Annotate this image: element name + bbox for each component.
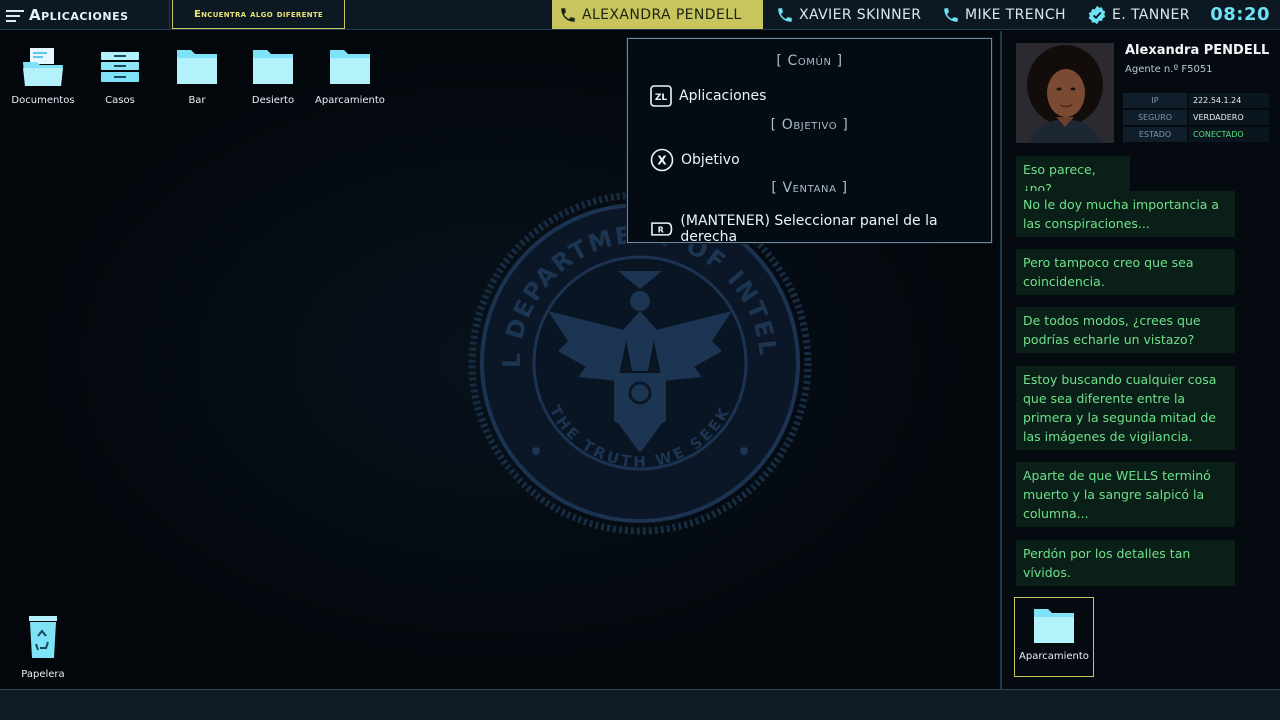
- chat-attachment-aparcamiento[interactable]: Aparcamiento: [1014, 597, 1094, 677]
- phone-icon: [778, 7, 792, 22]
- section-heading-common: [ Común ]: [776, 53, 843, 69]
- attachment-label: Aparcamiento: [1019, 651, 1089, 662]
- bottom-bar: [0, 689, 1280, 720]
- top-bar: Aplicaciones Encuentra algo diferente AL…: [0, 0, 1280, 30]
- chat-panel[interactable]: Alexandra PENDELL Agente n.º F5051 IP 22…: [1000, 31, 1280, 689]
- r-button-icon: R: [651, 222, 673, 236]
- info-value: CONECTADO: [1189, 127, 1269, 142]
- contact-name: ALEXANDRA PENDELL: [582, 6, 742, 23]
- desktop-icon-label: Documentos: [11, 95, 75, 106]
- desktop-icon-casos[interactable]: Casos: [80, 46, 160, 106]
- control-row-objective: X Objetivo: [650, 148, 740, 172]
- badge-icon: [1088, 5, 1106, 24]
- chat-message: De todos modos, ¿crees que podrías echar…: [1016, 307, 1235, 353]
- contact-name: XAVIER SKINNER: [799, 6, 922, 23]
- desktop-icon-label: Casos: [105, 95, 135, 106]
- x-button-icon: X: [650, 148, 674, 172]
- menu-icon: [6, 8, 24, 22]
- svg-text:ZL: ZL: [655, 93, 668, 103]
- zl-button-icon: ZL: [650, 85, 672, 107]
- chat-message: Estoy buscando cualquier cosa que sea di…: [1016, 366, 1235, 450]
- current-task[interactable]: Encuentra algo diferente: [172, 0, 345, 29]
- control-label: Aplicaciones: [679, 88, 767, 104]
- phone-icon: [561, 7, 575, 22]
- contact-alexandra-pendell[interactable]: ALEXANDRA PENDELL: [552, 0, 763, 29]
- info-key: ESTADO: [1123, 127, 1187, 142]
- chat-message: Aparte de que WELLS terminó muerto y la …: [1016, 462, 1235, 527]
- apps-menu-button[interactable]: Aplicaciones: [0, 0, 170, 29]
- svg-text:X: X: [657, 154, 667, 168]
- desktop-icon-bar[interactable]: Bar: [157, 46, 237, 106]
- desktop-icon-label: Papelera: [21, 669, 65, 680]
- section-heading-objective: [ Objetivo ]: [770, 117, 849, 133]
- folder-icon: [177, 50, 217, 84]
- recycle-bin-icon: [29, 616, 57, 658]
- section-heading-window: [ Ventana ]: [771, 180, 848, 196]
- desktop-icon-desierto[interactable]: Desierto: [233, 46, 313, 106]
- svg-text:R: R: [658, 225, 664, 234]
- desktop-icon-label: Bar: [188, 95, 206, 106]
- clock: 08:20: [1210, 4, 1270, 25]
- agent-info-ip: IP 222.54.1.24: [1123, 93, 1269, 108]
- desktop-icon-label: Desierto: [251, 95, 295, 106]
- contact-e-tanner[interactable]: E. TANNER: [1087, 0, 1190, 29]
- desktop-icon-papelera[interactable]: Papelera: [3, 614, 83, 680]
- control-row-window: R (MANTENER) Seleccionar panel de la der…: [650, 213, 991, 245]
- agent-info-status: ESTADO CONECTADO: [1123, 127, 1269, 142]
- phone-icon: [944, 7, 958, 22]
- chat-message: No le doy mucha importancia a las conspi…: [1016, 191, 1235, 237]
- chat-message: Pero tampoco creo que sea coincidencia.: [1016, 249, 1235, 295]
- controls-help-popup: [ Común ] ZL Aplicaciones [ Objetivo ] X…: [627, 38, 992, 245]
- documents-folder-icon: [23, 48, 63, 86]
- folder-icon: [253, 50, 293, 84]
- info-key: IP: [1123, 93, 1187, 108]
- desktop-icon-label: Aparcamiento: [315, 95, 385, 106]
- chat-message: Perdón por los detalles tan vívidos.: [1016, 540, 1235, 586]
- folder-icon: [1034, 609, 1074, 643]
- agent-name: Alexandra PENDELL: [1125, 43, 1270, 58]
- control-label: (MANTENER) Seleccionar panel de la derec…: [680, 213, 938, 245]
- agent-info-secure: SEGURO VERDADERO: [1123, 110, 1269, 125]
- desktop-icon-documentos[interactable]: Documentos: [3, 46, 83, 106]
- info-key: SEGURO: [1123, 110, 1187, 125]
- control-row-apps: ZL Aplicaciones: [650, 85, 766, 107]
- agent-id: Agente n.º F5051: [1125, 64, 1213, 75]
- cases-tray-icon: [101, 52, 139, 82]
- contact-name: E. TANNER: [1112, 6, 1190, 23]
- contact-name: MIKE TRENCH: [965, 6, 1066, 23]
- agent-avatar: [1016, 43, 1114, 143]
- control-label: Objetivo: [681, 152, 740, 168]
- contact-xavier-skinner[interactable]: XAVIER SKINNER: [776, 0, 921, 29]
- contact-mike-trench[interactable]: MIKE TRENCH: [942, 0, 1066, 29]
- folder-icon: [330, 50, 370, 84]
- info-value: 222.54.1.24: [1189, 93, 1269, 108]
- apps-menu-label: Aplicaciones: [29, 5, 129, 24]
- info-value: VERDADERO: [1189, 110, 1269, 125]
- desktop-icon-aparcamiento[interactable]: Aparcamiento: [310, 46, 390, 106]
